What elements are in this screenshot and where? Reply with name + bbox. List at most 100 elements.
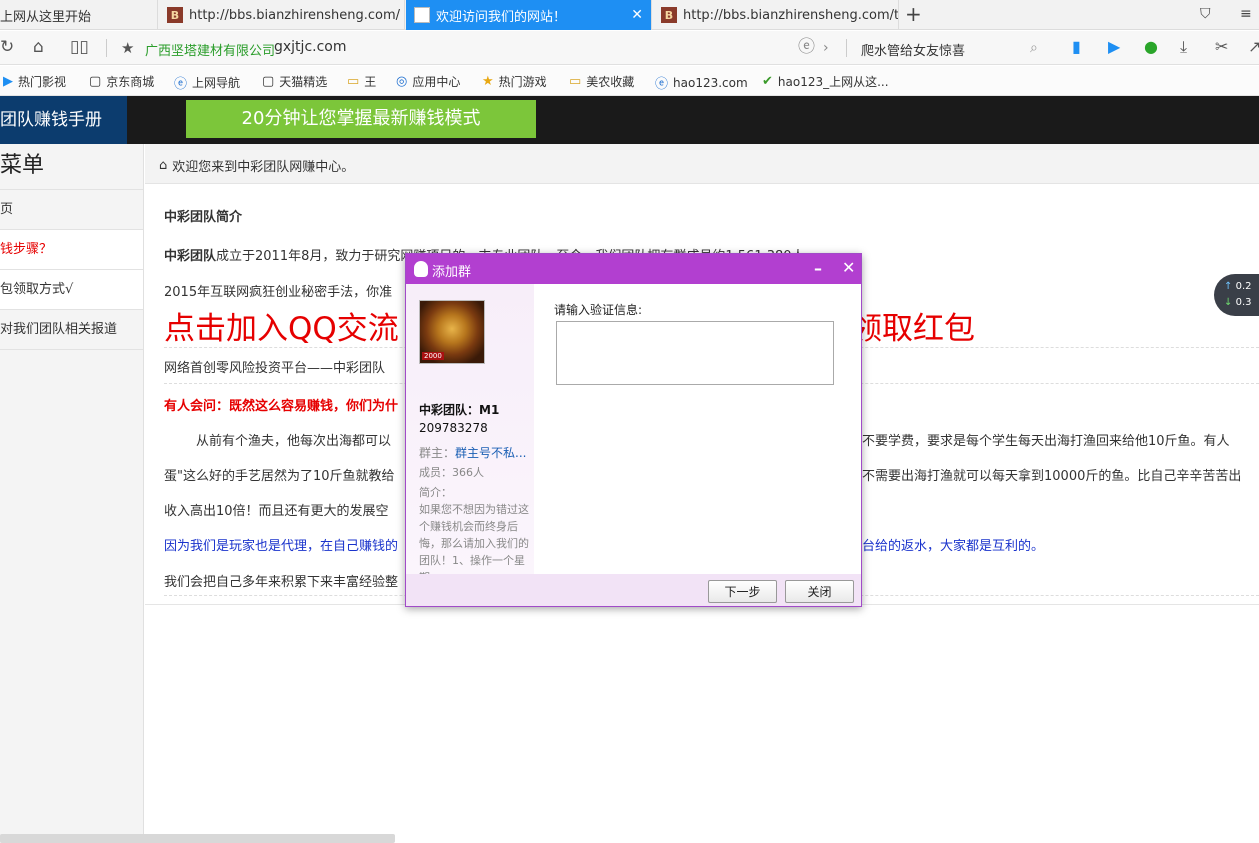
bookmark-label: 美农收藏 [586, 75, 635, 89]
home-icon[interactable]: ⌂ [159, 158, 167, 173]
bookmark-item[interactable]: ★ 热门游戏 [482, 73, 547, 90]
download-arrow-icon: ↓ [1224, 297, 1233, 308]
add-group-dialog: 添加群 – ✕ 2000 中彩团队：M1 209783278 群主：群主号不私.… [405, 253, 862, 607]
bookmark-label: hao123_上网从这... [777, 75, 889, 89]
intro-label: 简介： [419, 486, 452, 499]
group-info-panel: 2000 中彩团队：M1 209783278 群主：群主号不私... 成员：36… [406, 284, 534, 584]
search-icon[interactable]: ⌕ [1030, 38, 1038, 58]
next-button[interactable]: 下一步 [708, 580, 777, 603]
sidebar-title: 菜单 [0, 144, 143, 190]
search-input[interactable]: 爬水管给女友惊喜 [861, 40, 965, 59]
tab-hao123[interactable]: 上网从这里开始 [0, 0, 158, 30]
qq-join-link[interactable]: 点击加入QQ交流 [164, 303, 399, 348]
dialog-titlebar[interactable]: 添加群 – ✕ [406, 254, 861, 284]
address-bar: ↻ ⌂ ▯▯ ★ 广西坚塔建材有限公司 gxjtjc.com ⓔ › 爬水管给女… [0, 31, 1259, 65]
site-header: 团队赚钱手册 20分钟让您掌握最新赚钱模式 [0, 96, 1259, 144]
upload-arrow-icon: ↑ [1224, 281, 1233, 292]
horizontal-scrollbar[interactable] [0, 834, 395, 843]
bookmark-item[interactable]: ⓔ 上网导航 [174, 73, 240, 92]
download-icon[interactable]: ⤓ [1180, 38, 1187, 56]
tab-label: http://bbs.bianzhirensheng.com/ [189, 7, 401, 23]
home-icon[interactable]: ⌂ [33, 37, 44, 57]
group-avatar: 2000 [419, 300, 485, 364]
separator [106, 39, 107, 57]
download-speed: 0.3 [1235, 297, 1252, 308]
ie-icon: ⓔ [174, 77, 188, 92]
tab-label: 上网从这里开始 [0, 9, 92, 25]
owner-label: 群主： [419, 446, 456, 460]
menu-icon[interactable]: ≡ [1240, 6, 1252, 22]
tab-bbs-2[interactable]: B http://bbs.bianzhirensheng.com/th [653, 0, 899, 30]
document-icon [414, 7, 430, 23]
phone-icon[interactable]: ▮ [1072, 38, 1081, 56]
tab-bbs-1[interactable]: B http://bbs.bianzhirensheng.com/ [159, 0, 405, 30]
folder-icon: ▭ [347, 74, 360, 89]
owner-link[interactable]: 群主号不私... [455, 446, 526, 460]
ie-icon[interactable]: ⓔ [798, 37, 815, 57]
secret-paragraph: 2015年互联网疯狂创业秘密手法，你准 [164, 285, 393, 300]
story-line-2-right: ，不需要出海打渔就可以每天拿到10000斤的鱼。比自己辛辛苦苦出 [849, 469, 1242, 484]
separator [846, 39, 847, 57]
bookmark-item[interactable]: ✔ hao123_上网从这... [762, 73, 889, 90]
tab-bar: 上网从这里开始 B http://bbs.bianzhirensheng.com… [0, 0, 1259, 30]
play-icon[interactable]: ▶ [1108, 38, 1120, 56]
sidebar-item-reports[interactable]: 对我们团队相关报道 [0, 310, 143, 350]
bookmark-item[interactable]: ▢ 天猫精选 [262, 73, 327, 90]
bookmark-label: 京东商城 [106, 75, 155, 89]
upload-speed: 0.2 [1235, 281, 1252, 292]
avatar-badge: 2000 [422, 352, 444, 360]
bookmark-label: 应用中心 [412, 75, 461, 89]
bookmark-item[interactable]: ▢ 京东商城 [89, 73, 154, 90]
group-members: 成员：366人 [419, 466, 484, 479]
bz-favicon-icon: B [661, 7, 677, 23]
redpacket-link[interactable]: 领取红包 [851, 303, 975, 348]
site-name[interactable]: 广西坚塔建材有限公司 [145, 40, 275, 59]
verify-input[interactable] [556, 321, 834, 385]
sidebar-menu: 菜单 页 钱步骤？ 包领取方式√ 对我们团队相关报道 [0, 144, 144, 843]
breadcrumb-bar: ⌂ 欢迎您来到中彩团队网赚中心。 [145, 144, 1259, 184]
bookmark-label: 天猫精选 [279, 75, 328, 89]
site-logo[interactable]: 团队赚钱手册 [0, 96, 127, 144]
document-icon: ▢ [262, 74, 275, 89]
hao-icon: ✔ [762, 74, 773, 89]
bz-favicon-icon: B [167, 7, 183, 23]
tab-label: 欢迎访问我们的网站！ [436, 9, 567, 25]
agent-line: 因为我们是玩家也是代理，在自己赚钱的 [164, 539, 399, 554]
group-name: 中彩团队：M1 [419, 403, 500, 417]
site-banner[interactable]: 20分钟让您掌握最新赚钱模式 [186, 100, 536, 138]
minimize-icon[interactable]: – [814, 259, 822, 278]
bookmark-label: 王 [364, 75, 377, 89]
dialog-footer: 下一步 关闭 [406, 574, 861, 606]
experience-line: 我们会把自己多年来积累下来丰富经验整 [164, 575, 399, 590]
star-icon: ★ [482, 74, 494, 89]
bookmark-item[interactable]: ▭ 美农收藏 [569, 73, 634, 90]
story-line-1: 从前有个渔夫，他每次出海都可以 [196, 434, 392, 449]
tshirt-icon[interactable]: ⛉ [1200, 6, 1211, 22]
sidebar-item-home[interactable]: 页 [0, 190, 143, 230]
bookmark-label: 上网导航 [192, 76, 241, 90]
bookmark-item[interactable]: ▶ 热门影视 [3, 73, 66, 90]
star-icon[interactable]: ★ [121, 38, 134, 58]
platform-paragraph: 网络首创零风险投资平台——中彩团队 [164, 361, 386, 376]
close-icon[interactable]: ✕ [842, 258, 855, 277]
tab-welcome[interactable]: 欢迎访问我们的网站！ ✕ [406, 0, 652, 30]
chat-icon[interactable]: ● [1144, 38, 1158, 56]
close-button[interactable]: 关闭 [785, 580, 854, 603]
url-field[interactable]: gxjtjc.com [274, 39, 347, 55]
bookmark-item[interactable]: ⓔ hao123.com [655, 73, 748, 93]
chevron-right-icon[interactable]: › [823, 38, 829, 58]
sidebar-item-steps[interactable]: 钱步骤？ [0, 230, 143, 270]
sidebar-item-redpacket[interactable]: 包领取方式√ [0, 270, 143, 310]
new-tab-icon[interactable]: + [905, 4, 922, 24]
bookmark-item[interactable]: ◎ 应用中心 [396, 73, 460, 90]
qq-penguin-icon [414, 261, 428, 277]
network-speed-widget[interactable]: ↑ 0.2 ↓ 0.3 [1214, 274, 1259, 316]
refresh-icon[interactable]: ↻ [0, 37, 14, 57]
story-line-3: 收入高出10倍！而且还有更大的发展空 [164, 504, 389, 519]
bookmark-item[interactable]: ▭ 王 [347, 73, 376, 90]
close-icon[interactable]: ✕ [631, 7, 643, 23]
scissors-icon[interactable]: ✂ [1215, 38, 1228, 56]
more-icon[interactable]: ↗ [1248, 38, 1259, 56]
reader-icon[interactable]: ▯▯ [70, 37, 89, 57]
group-owner: 群主：群主号不私... [419, 444, 526, 461]
